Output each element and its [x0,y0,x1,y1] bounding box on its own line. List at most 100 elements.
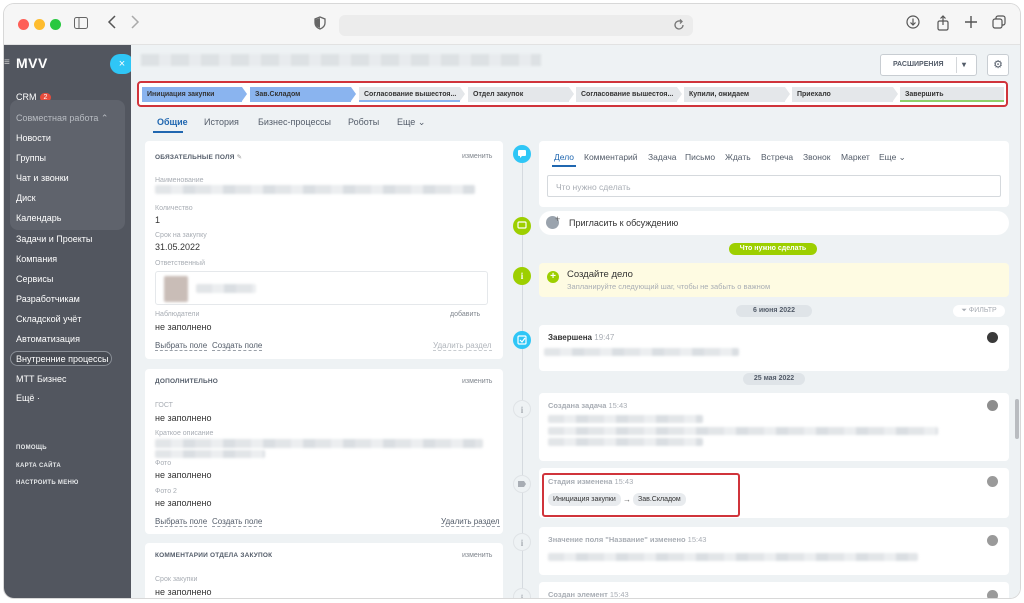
sidebar-item-internal-processes[interactable]: Внутренние процессы [16,354,109,364]
close-window-icon[interactable] [18,19,29,30]
name-value-redacted [155,185,475,194]
sidebar-item-automation[interactable]: Автоматизация [16,334,80,344]
delete-section-link[interactable]: Удалить раздел [441,517,500,527]
edit-card-link[interactable]: изменить [462,378,492,385]
edit-card-link[interactable]: изменить [462,552,492,559]
activity-tab-deal[interactable]: Дело [554,152,574,162]
menu-icon[interactable]: ≡ [4,57,10,68]
sidebar-item-disk[interactable]: Диск [16,193,36,203]
plus-icon[interactable]: + [547,271,559,283]
sidebar-toggle-icon[interactable] [74,15,88,33]
tabs-overview-icon[interactable] [992,15,1006,33]
create-field-link[interactable]: Создать поле [212,517,263,527]
minimize-window-icon[interactable] [34,19,45,30]
create-deal-title: Создайте дело [567,269,633,280]
activity-tab-wait[interactable]: Ждать [725,152,751,162]
stage-bought-waiting[interactable]: Купили, ожидаем [684,87,785,102]
back-icon[interactable] [107,15,117,33]
field-label: Наименование [155,177,204,184]
sidebar-item-groups[interactable]: Группы [16,153,46,163]
timeline-item-element-created[interactable]: Создан элемент 15:43 [539,582,1009,598]
stage-initiation[interactable]: Инициация закупки [142,87,242,102]
sidebar-item-company[interactable]: Компания [16,254,57,264]
activity-tab-market[interactable]: Маркет [841,152,870,162]
observers-value: не заполнено [155,322,212,332]
date-separator: 6 июня 2022 [736,305,812,317]
avatar [987,535,998,546]
info-icon: i [513,588,531,598]
field-label: Срок на закупку [155,232,207,239]
field-text-redacted [548,553,918,561]
reload-icon[interactable] [673,18,685,34]
description-redacted [155,439,483,448]
todo-input[interactable]: Что нужно сделать [547,175,1001,197]
sidebar-item-more[interactable]: Ещё · [16,393,40,403]
sidebar-sitemap-link[interactable]: КАРТА САЙТА [16,463,61,469]
forward-icon[interactable] [130,15,140,33]
sidebar-item-mtt[interactable]: МТТ Бизнес [16,374,67,384]
tab-general[interactable]: Общие [157,117,188,127]
filter-button[interactable]: ⏷ ФИЛЬТР [953,305,1005,317]
address-bar[interactable] [339,15,693,36]
new-tab-icon[interactable] [964,15,978,33]
select-field-link[interactable]: Выбрать поле [155,341,208,351]
timeline-item-task-created[interactable]: Создана задача 15:43 [539,393,1009,461]
chevron-down-icon[interactable]: ▾ [962,60,966,69]
activity-tab-task[interactable]: Задача [648,152,677,162]
field-label: Количество [155,205,193,212]
sidebar-item-news[interactable]: Новости [16,133,51,143]
activity-tab-more[interactable]: Еще ⌄ [879,152,906,163]
activity-tab-email[interactable]: Письмо [685,152,715,162]
highlight-box [542,473,740,517]
task-done-icon [513,331,531,349]
extensions-button[interactable]: РАСШИРЕНИЯ ▾ [880,54,977,76]
sidebar-item-services[interactable]: Сервисы [16,274,53,284]
settings-gear-icon[interactable]: ⚙ [987,54,1009,76]
maximize-window-icon[interactable] [50,19,61,30]
field-label: Фото 2 [155,488,177,495]
activity-tab-meeting[interactable]: Встреча [761,152,793,162]
stage-arrived[interactable]: Приехало [792,87,893,102]
sidebar-item-tasks[interactable]: Задачи и Проекты [16,234,92,244]
download-icon[interactable] [906,15,920,33]
tab-more[interactable]: Еще ⌄ [397,117,425,128]
sidebar-item-calendar[interactable]: Календарь [16,213,61,223]
stage-procurement[interactable]: Отдел закупок [468,87,569,102]
sidebar-item-collaboration[interactable]: Совместная работа ⌃ [16,113,108,124]
deadline-value: 31.05.2022 [155,242,201,252]
sidebar-help-link[interactable]: ПОМОЩЬ [16,445,47,451]
select-field-link[interactable]: Выбрать поле [155,517,208,527]
portal-logo[interactable]: MVV [16,55,48,71]
responsible-user[interactable] [155,271,488,305]
edit-card-link[interactable]: изменить [462,153,492,160]
activity-tab-comment[interactable]: Комментарий [584,152,638,162]
sidebar-item-developers[interactable]: Разработчикам [16,294,80,304]
timeline-item-field-changed[interactable]: Значение поля "Название" изменено 15:43 [539,527,1009,575]
timeline-item-completed[interactable]: Завершена 19:47 [539,325,1009,371]
invite-discussion[interactable]: + Пригласить к обсуждению [539,211,1009,235]
timeline-item-title: Создана задача 15:43 [548,401,628,410]
sidebar-configure-menu-link[interactable]: НАСТРОИТЬ МЕНЮ [16,480,79,486]
delete-section-link[interactable]: Удалить раздел [433,341,492,351]
stage-finish[interactable]: Завершить [900,87,1004,102]
tab-history[interactable]: История [204,117,239,127]
term-value: не заполнено [155,587,212,597]
left-sidebar: ≡ MVV × CRM 2 Совместная работа ⌃ Новости… [4,45,134,598]
avatar [987,332,998,343]
create-deal-prompt[interactable]: + Создайте дело Запланируйте следующий ш… [539,263,1009,297]
tab-robots[interactable]: Роботы [348,117,379,127]
stage-approval-2[interactable]: Согласование вышестоя... [576,87,677,102]
sidebar-item-warehouse[interactable]: Складской учёт [16,314,81,324]
stage-warehouse-head[interactable]: Зав.Складом [250,87,351,102]
field-label: Фото [155,460,172,467]
add-observer-link[interactable]: добавить [450,311,480,318]
pencil-icon[interactable]: ✎ [237,154,243,161]
share-icon[interactable] [936,15,950,35]
activity-tab-call[interactable]: Звонок [803,152,830,162]
stage-approval-1[interactable]: Согласование вышестоя... [359,87,460,102]
scrollbar[interactable] [1015,399,1019,439]
task-text-redacted [548,427,938,435]
tab-business-processes[interactable]: Бизнес-процессы [258,117,331,127]
create-field-link[interactable]: Создать поле [212,341,263,351]
sidebar-item-chat[interactable]: Чат и звонки [16,173,69,183]
